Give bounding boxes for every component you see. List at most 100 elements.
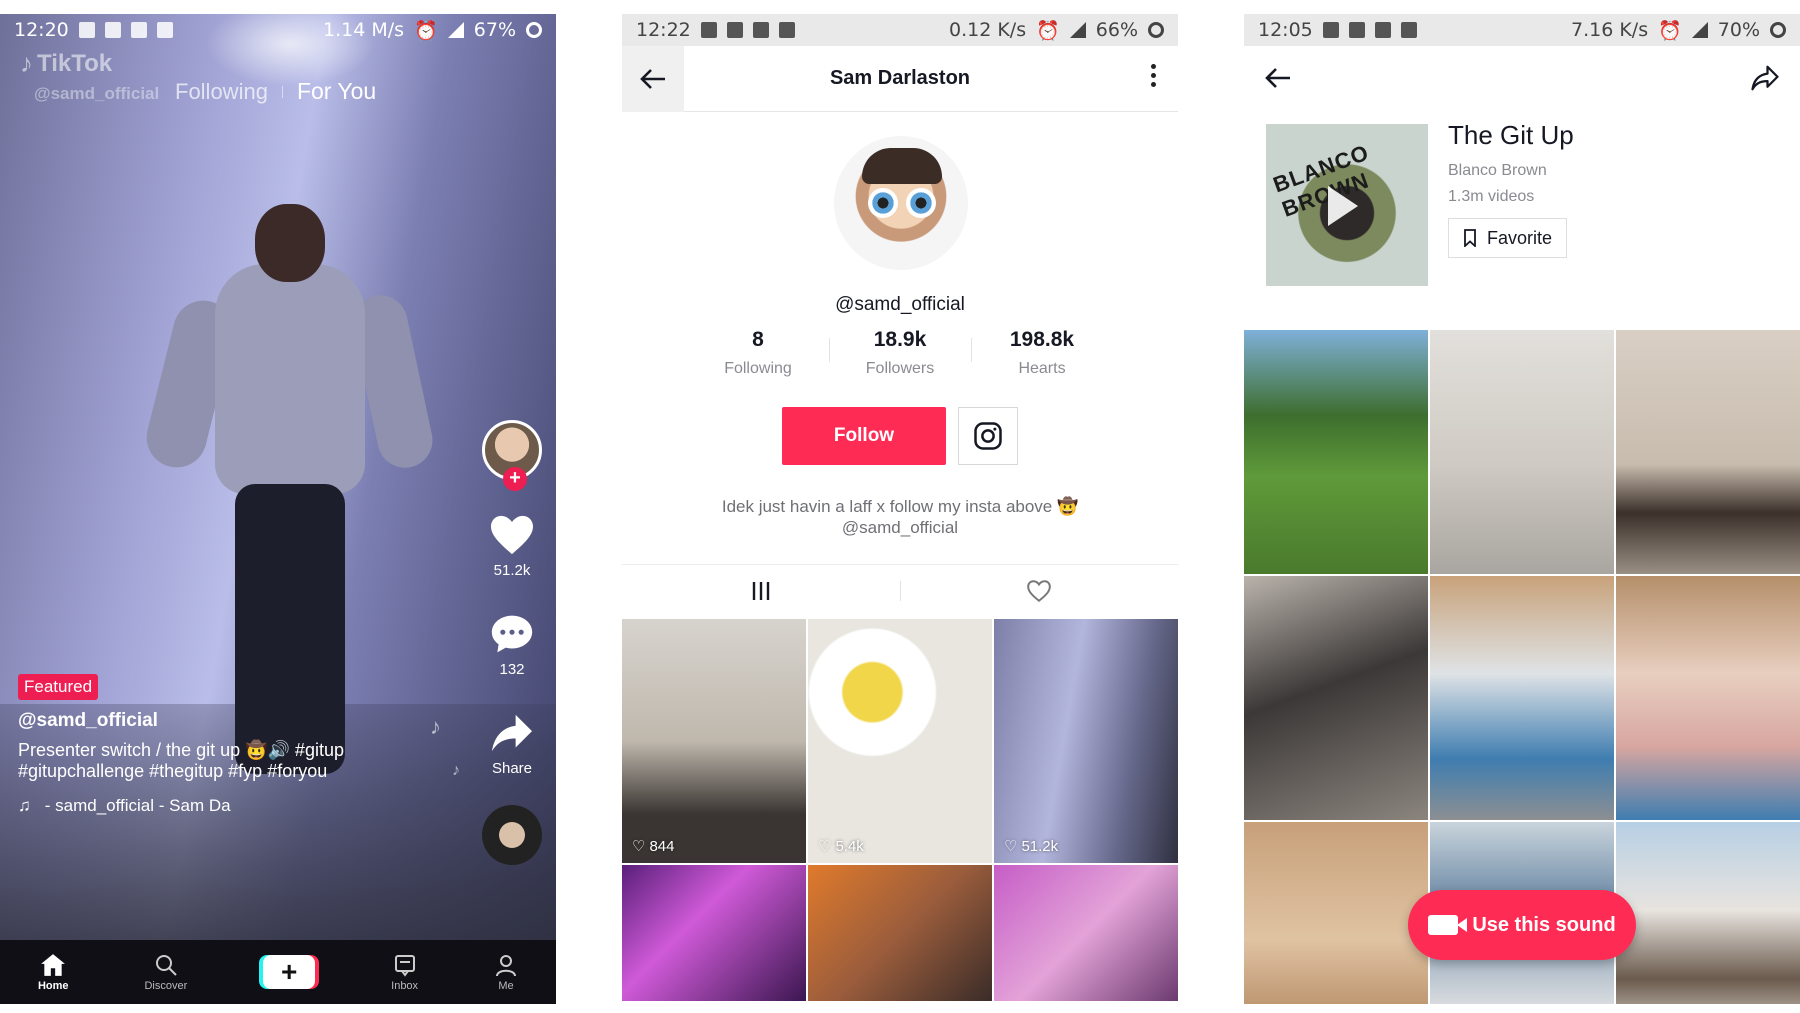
video-thumb[interactable]: [994, 865, 1178, 1001]
tab-videos[interactable]: [622, 565, 900, 616]
video-thumb[interactable]: ♡ 5.4k: [808, 619, 992, 863]
video-likes: ♡ 844: [632, 837, 675, 856]
facebook-icon: [78, 22, 95, 38]
video-thumb[interactable]: [1616, 330, 1800, 574]
follow-plus-button[interactable]: +: [503, 467, 527, 491]
bottom-nav: Home Discover + Inbox Me: [0, 940, 556, 1004]
video-thumb[interactable]: [1616, 822, 1800, 1004]
sound-link[interactable]: ♫ - samd_official - Sam Da: [18, 796, 418, 816]
battery-percent: 66%: [1095, 19, 1138, 41]
sound-screen: 12:05 7.16 K/s ⏰ 70% BLANCO BROWN The Gi…: [1244, 14, 1800, 1004]
instagram-icon: [974, 422, 1002, 450]
sound-artist: Blanco Brown: [1448, 162, 1547, 179]
comment-button[interactable]: 132: [486, 611, 538, 678]
notification-icon: [104, 22, 121, 38]
caption-username[interactable]: @samd_official: [18, 710, 418, 732]
share-label: Share: [491, 760, 533, 777]
play-icon[interactable]: [1328, 186, 1358, 226]
alarm-icon: ⏰: [1658, 19, 1682, 42]
nav-home[interactable]: Home: [38, 953, 69, 992]
video-thumb[interactable]: [1430, 576, 1614, 820]
sound-name: - samd_official - Sam Da: [44, 796, 231, 815]
video-thumb[interactable]: [1616, 576, 1800, 820]
caption-text: Presenter switch / the git up 🤠🔊 #gitup …: [18, 740, 344, 781]
video-thumb[interactable]: [1244, 822, 1428, 1004]
caption-area: Featured @samd_official Presenter switch…: [18, 674, 418, 816]
image-icon: [156, 22, 173, 38]
album-cover[interactable]: BLANCO BROWN: [1266, 124, 1428, 286]
video-thumb[interactable]: [622, 865, 806, 1001]
notification-icon-2: [778, 22, 795, 38]
home-icon: [41, 953, 66, 976]
nav-me[interactable]: Me: [494, 953, 518, 992]
nav-create[interactable]: +: [263, 955, 316, 989]
network-speed: 1.14 M/s: [323, 19, 405, 41]
back-button[interactable]: [1264, 66, 1292, 95]
video-thumb[interactable]: [1244, 576, 1428, 820]
share-button[interactable]: [1750, 64, 1780, 97]
featured-badge: Featured: [18, 674, 99, 700]
notification-icon-2: [1400, 22, 1417, 38]
person-icon: [496, 954, 516, 976]
signal-icon: [1691, 22, 1708, 38]
creator-avatar[interactable]: +: [482, 420, 542, 491]
stat-hearts: 198.8k Hearts: [971, 328, 1113, 378]
video-thumb[interactable]: [1244, 330, 1428, 574]
plus-icon: +: [263, 955, 316, 989]
facebook-icon: [700, 22, 717, 38]
profile-tabs: [622, 564, 1178, 616]
favorite-button[interactable]: Favorite: [1448, 218, 1568, 258]
stat-following[interactable]: 8 Following: [687, 328, 829, 378]
sound-header: [1244, 46, 1800, 112]
video-grid: ♡ 844 ♡ 5.4k ♡ 51.2k: [622, 619, 1178, 1001]
share-arrow-icon: [1751, 65, 1779, 91]
video-thumb[interactable]: ♡ 51.2k: [994, 619, 1178, 863]
music-note-icon-small: ♪: [452, 762, 460, 779]
use-this-sound-button[interactable]: Use this sound: [1408, 890, 1636, 960]
heart-outline-icon: ♡: [632, 838, 646, 855]
bookmark-icon: [1464, 229, 1476, 247]
profile-bio: Idek just havin a laff x follow my insta…: [721, 497, 1079, 537]
follow-button[interactable]: Follow: [782, 407, 946, 465]
status-bar: 12:20 1.14 M/s ⏰ 67%: [0, 14, 556, 46]
like-button[interactable]: 51.2k: [486, 512, 538, 579]
tab-following[interactable]: Following: [175, 79, 268, 105]
notification-icon: [1348, 22, 1365, 38]
status-bar: 12:05 7.16 K/s ⏰ 70%: [1244, 14, 1800, 46]
video-thumb[interactable]: ♡ 844: [622, 619, 806, 863]
stat-followers[interactable]: 18.9k Followers: [829, 328, 971, 378]
heart-outline-icon: ♡: [1004, 838, 1018, 855]
video-thumb[interactable]: [808, 865, 992, 1001]
profile-stats: 8 Following 18.9k Followers 198.8k Heart…: [622, 328, 1178, 378]
tab-liked[interactable]: [900, 565, 1178, 616]
sound-disc[interactable]: [482, 805, 542, 865]
battery-icon: [526, 22, 542, 38]
comment-count: 132: [499, 661, 525, 678]
image-icon: [752, 22, 769, 38]
comment-icon: [486, 611, 538, 657]
battery-icon: [1770, 22, 1786, 38]
back-button[interactable]: [622, 46, 684, 112]
video-thumb[interactable]: [1430, 330, 1614, 574]
feed-screen: 12:20 1.14 M/s ⏰ 67% ♪ TikTok @samd_offi…: [0, 14, 556, 1004]
profile-handle: @samd_official: [835, 294, 965, 315]
instagram-button[interactable]: [958, 407, 1018, 465]
video-camera-icon: [1428, 915, 1468, 935]
video-player[interactable]: [0, 14, 556, 1004]
nav-inbox[interactable]: Inbox: [391, 953, 418, 992]
tab-for-you[interactable]: For You: [297, 78, 376, 105]
share-button[interactable]: Share: [486, 710, 538, 777]
back-arrow-icon: [1265, 68, 1290, 88]
more-options-icon[interactable]: [1151, 64, 1156, 87]
tab-divider: [281, 85, 283, 98]
grid-icon: [752, 581, 770, 600]
alarm-icon: ⏰: [414, 19, 438, 42]
follow-row: Follow: [622, 407, 1178, 465]
status-bar: 12:22 0.12 K/s ⏰ 66%: [622, 14, 1178, 46]
notification-icon: [726, 22, 743, 38]
side-actions: + 51.2k 132 Share: [476, 420, 548, 865]
nav-discover[interactable]: Discover: [144, 953, 187, 992]
alarm-icon: ⏰: [1036, 19, 1060, 42]
feed-tabs: Following For You: [175, 78, 376, 105]
battery-percent: 67%: [473, 19, 516, 41]
